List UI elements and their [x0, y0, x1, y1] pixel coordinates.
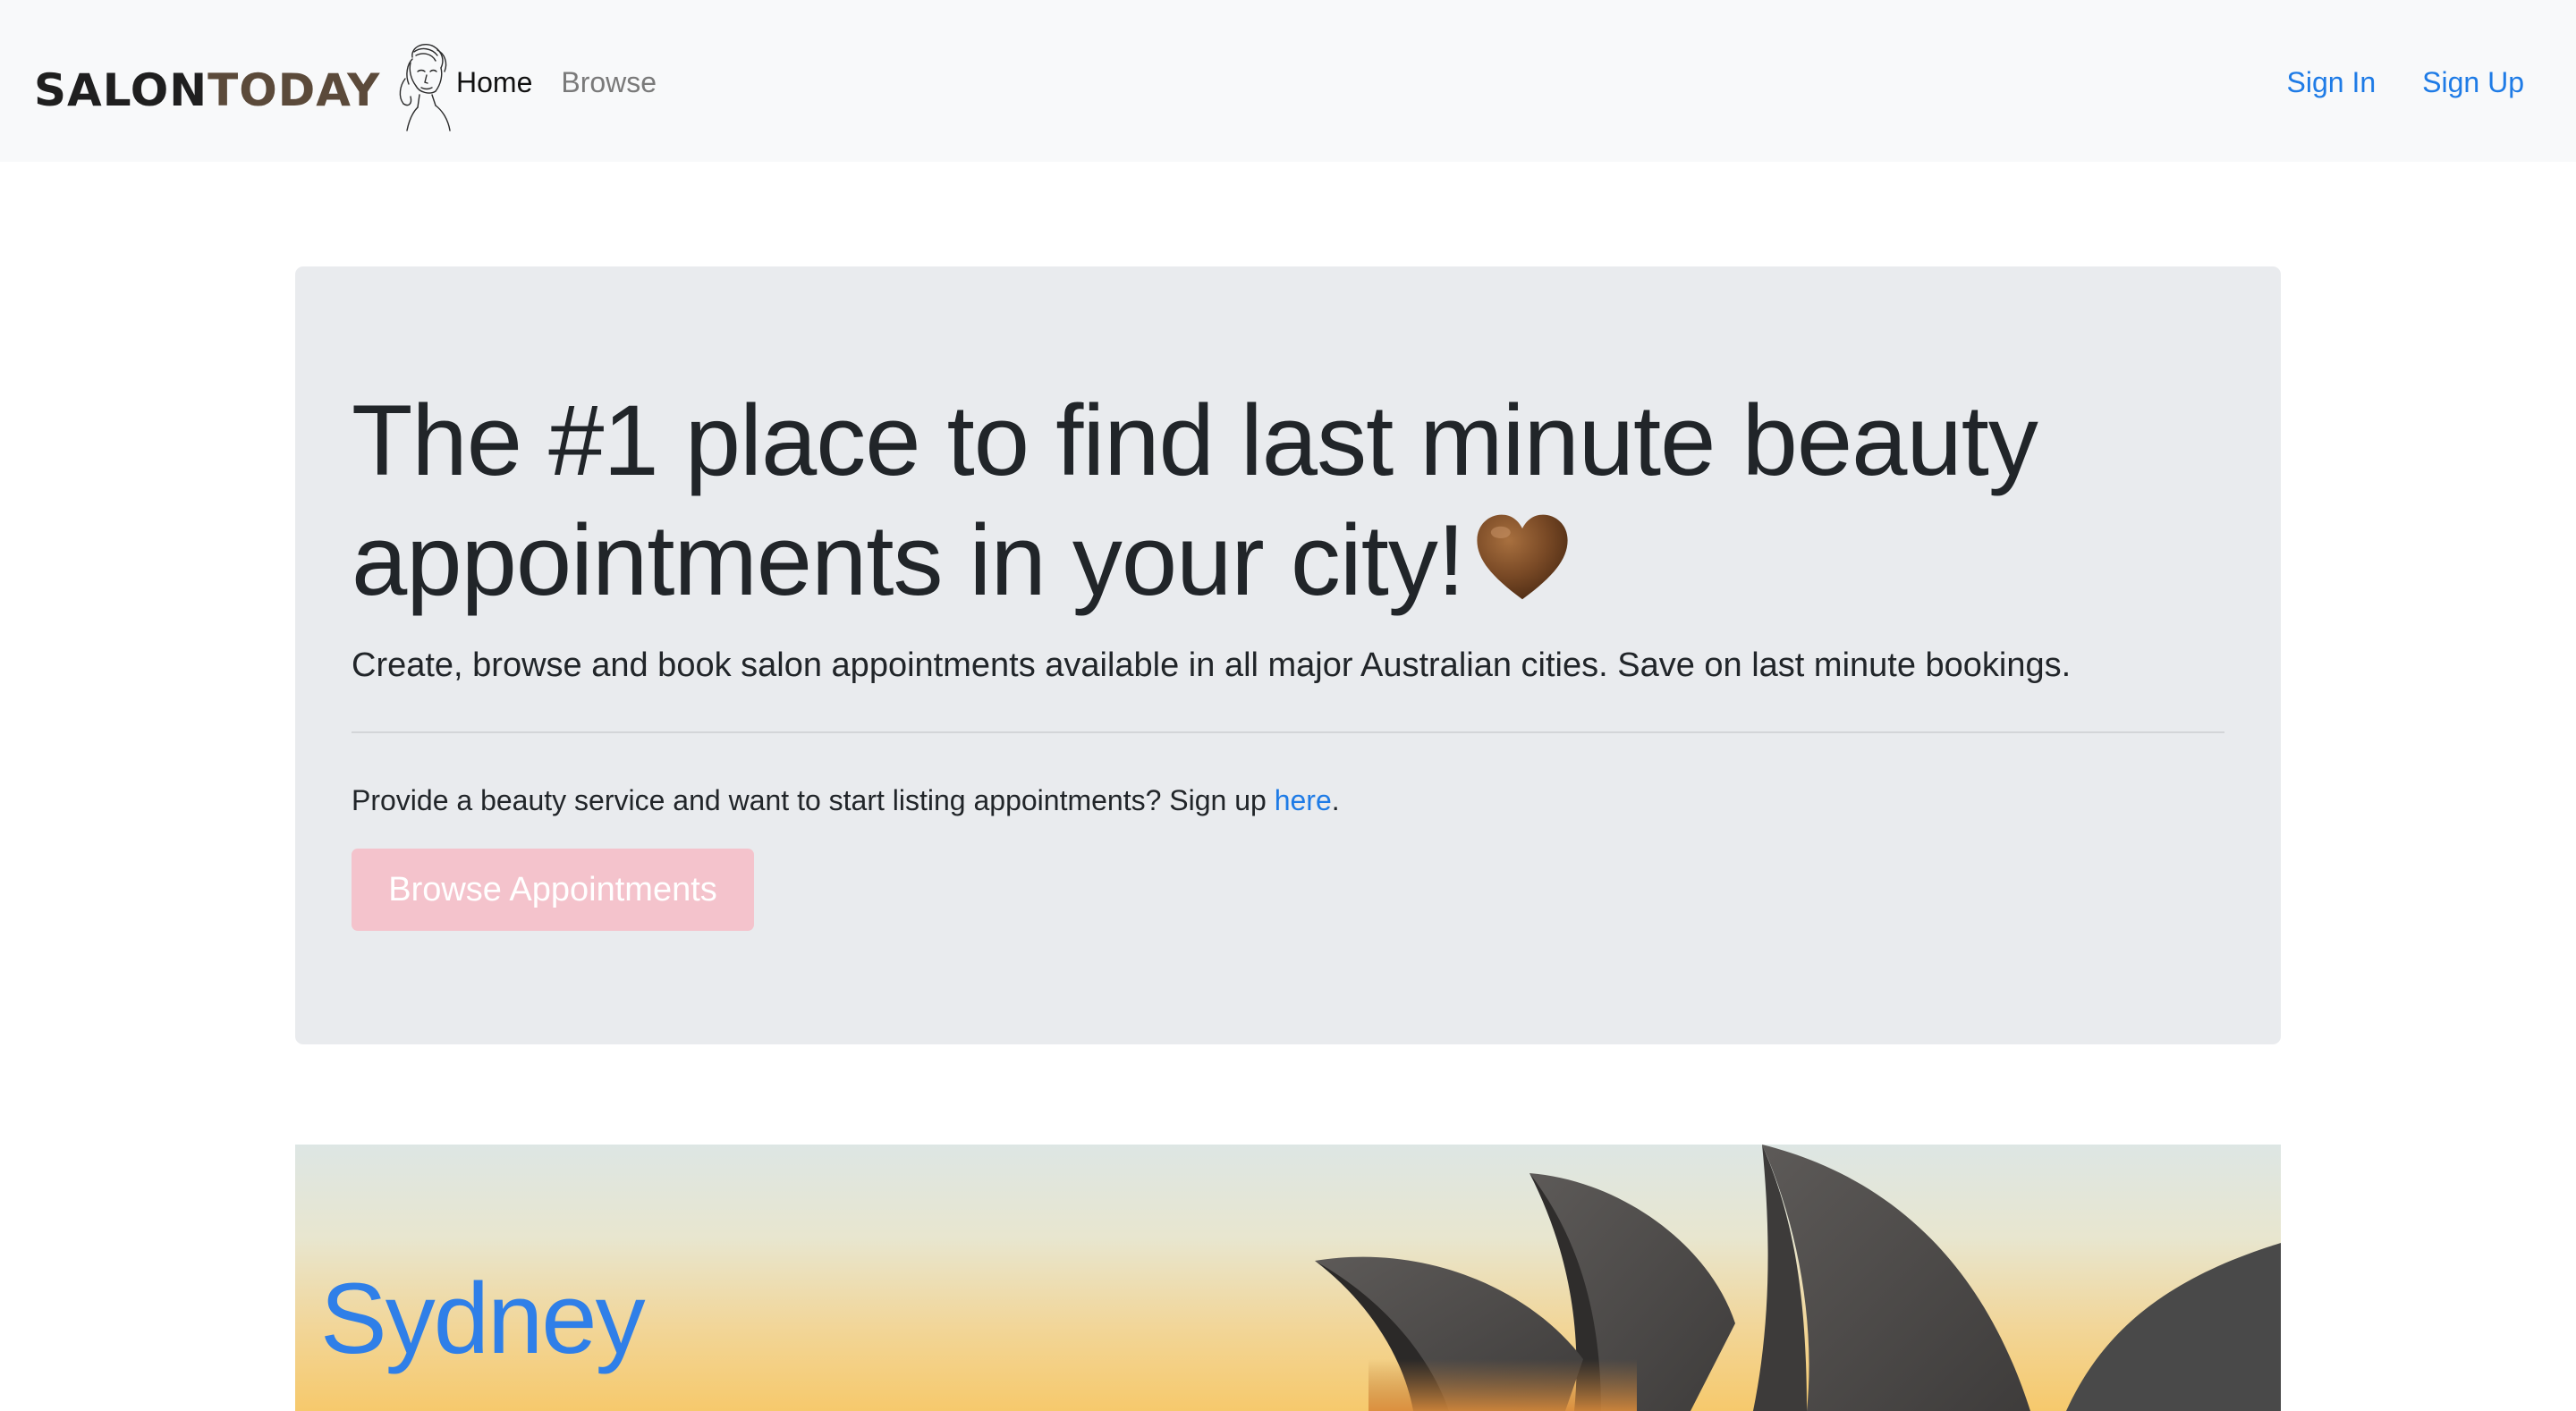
primary-nav: Home Browse [456, 63, 657, 102]
city-card-sydney[interactable]: Sydney [295, 1145, 2281, 1411]
provider-signup-link[interactable]: here [1275, 784, 1332, 816]
brand-wordmark-salon: SALON [34, 64, 208, 116]
provider-signup-prompt: Provide a beauty service and want to sta… [352, 784, 1275, 816]
hero-divider [352, 731, 2224, 733]
hero-headline-line2: appointments in your city! [352, 504, 1465, 616]
nav-link-browse[interactable]: Browse [561, 63, 657, 102]
brand-logo-link[interactable]: SALONTODAY [34, 39, 457, 132]
city-title[interactable]: Sydney [320, 1261, 646, 1377]
nav-link-home[interactable]: Home [456, 63, 532, 102]
hero-jumbotron: The #1 place to find last minute beauty a… [295, 266, 2281, 1044]
provider-signup-period: . [1331, 784, 1340, 816]
brand-wordmark-today: TODAY [208, 64, 381, 116]
hero-headline-line1: The #1 place to find last minute beauty [352, 384, 2038, 496]
sign-in-link[interactable]: Sign In [2287, 63, 2377, 102]
auth-nav: Sign In Sign Up [2287, 63, 2524, 102]
woman-sketch-logo-icon [400, 43, 452, 131]
brand-wordmark: SALONTODAY [34, 68, 380, 113]
hero-lead-text: Create, browse and book salon appointmen… [352, 646, 2072, 684]
brown-heart-icon [1477, 514, 1568, 600]
hero-headline: The #1 place to find last minute beauty a… [352, 381, 2230, 621]
sign-up-link[interactable]: Sign Up [2422, 63, 2524, 102]
navbar: SALONTODAY Home Browse Sign In Sign Up [0, 0, 2576, 162]
provider-signup-text: Provide a beauty service and want to sta… [352, 780, 1340, 821]
browse-appointments-button[interactable]: Browse Appointments [352, 849, 754, 931]
